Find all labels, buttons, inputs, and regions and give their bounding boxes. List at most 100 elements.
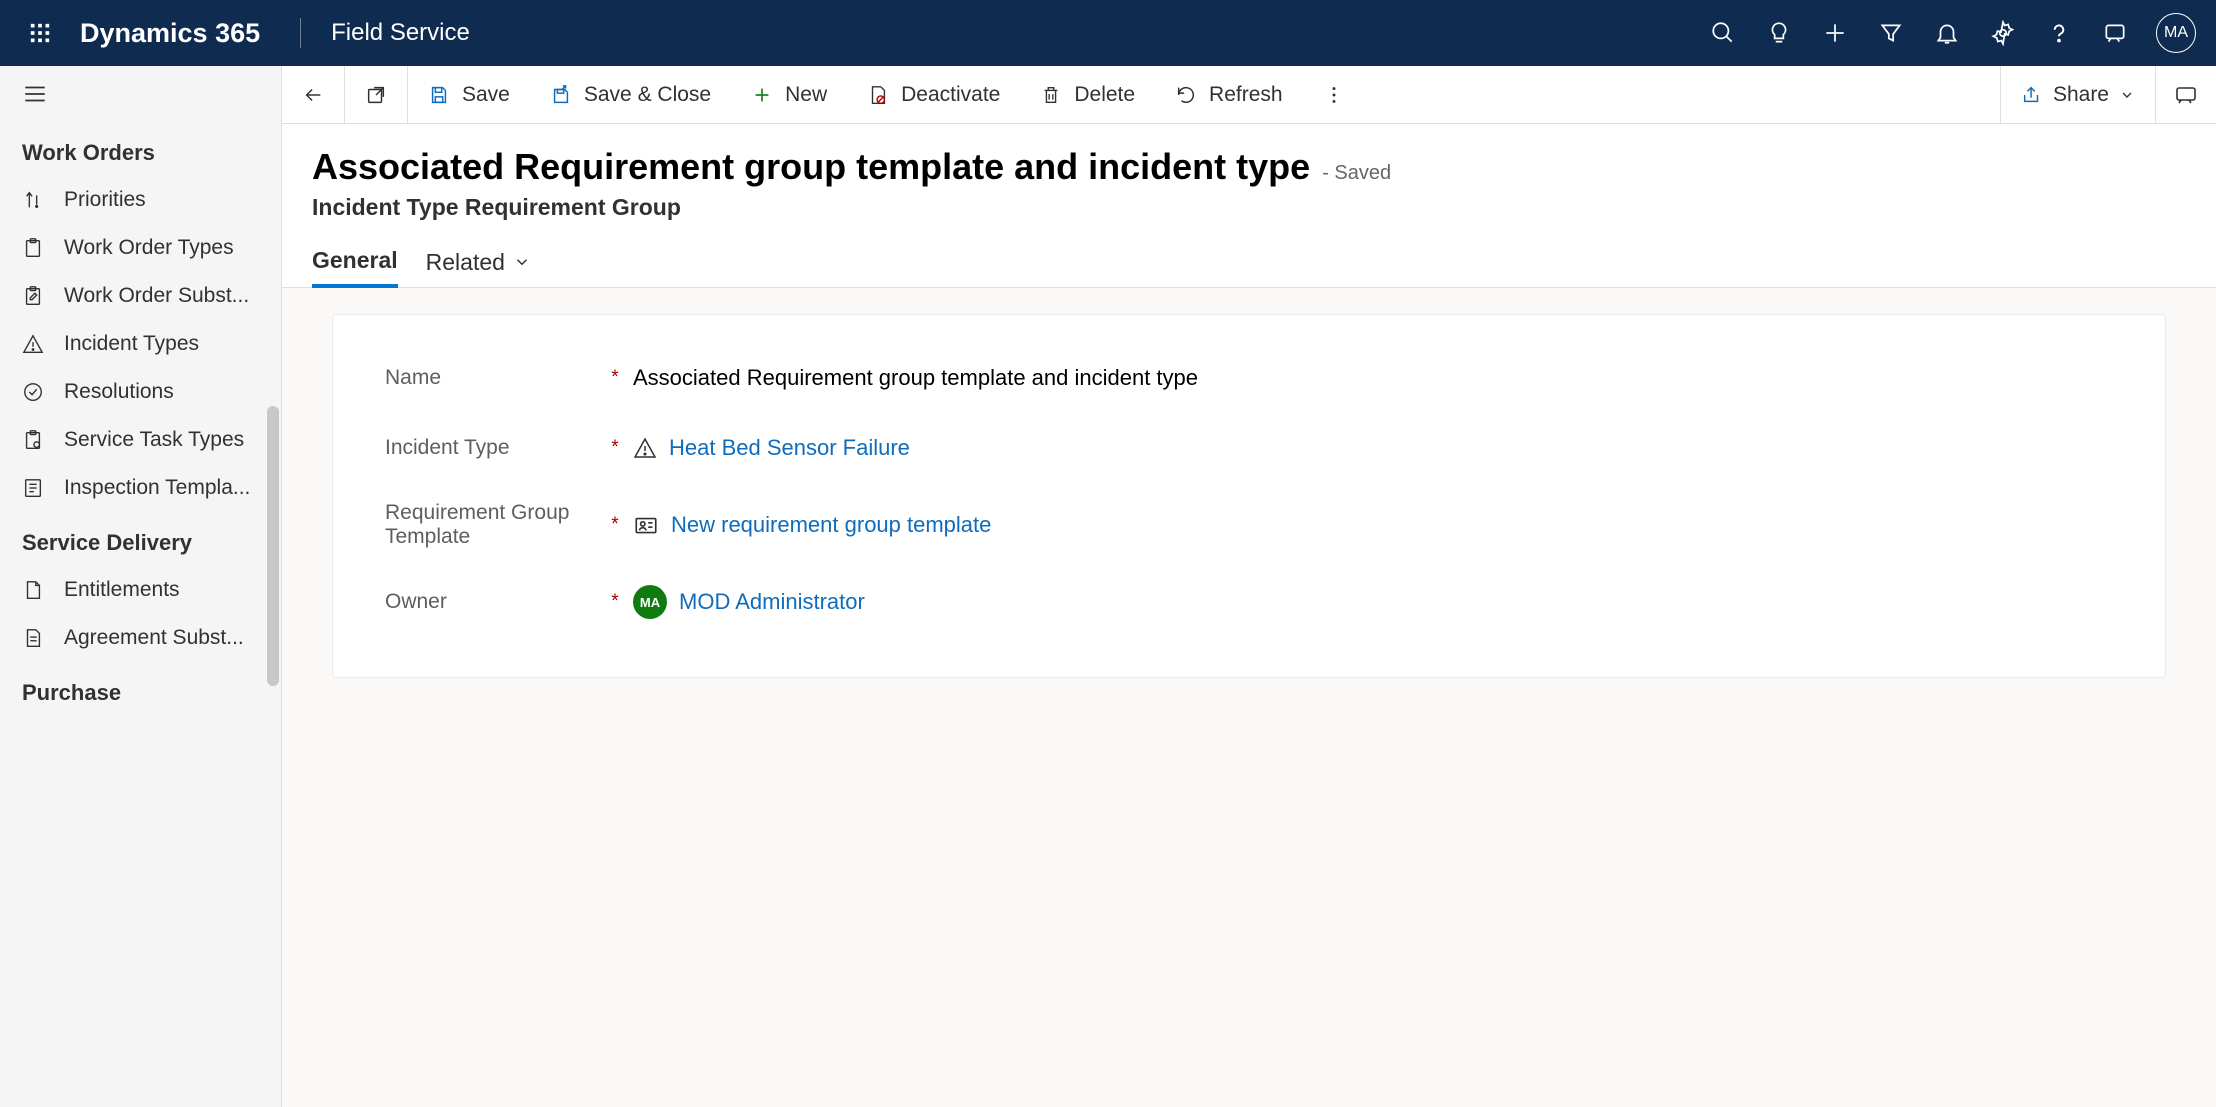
owner-avatar: MA <box>633 585 667 619</box>
field-req-group-template-value[interactable]: New requirement group template <box>671 512 991 538</box>
nav-label: Work Order Types <box>64 236 259 260</box>
nav-label: Work Order Subst... <box>64 284 259 308</box>
field-req-group-template-label: Requirement Group Template <box>385 501 605 549</box>
page-status: - Saved <box>1322 162 1391 185</box>
sidebar: Work Orders Priorities Work Order Types … <box>0 66 282 1107</box>
field-name-label: Name <box>385 366 605 390</box>
nav-label: Inspection Templa... <box>64 476 259 500</box>
nav-toggle-button[interactable] <box>0 66 281 122</box>
field-incident-type-label: Incident Type <box>385 436 605 460</box>
command-bar: Save Save & Close New Deactivate Delete … <box>282 66 2216 124</box>
tab-related-label: Related <box>426 249 505 276</box>
list-icon <box>22 477 44 499</box>
required-indicator: * <box>605 367 625 389</box>
refresh-label: Refresh <box>1209 83 1283 107</box>
nav-group-work-orders: Work Orders <box>0 122 281 176</box>
field-incident-type-value[interactable]: Heat Bed Sensor Failure <box>669 435 910 461</box>
user-avatar[interactable]: MA <box>2156 13 2196 53</box>
nav-group-purchase: Purchase <box>0 662 281 716</box>
field-incident-type[interactable]: Incident Type * Heat Bed Sensor Failure <box>385 413 2113 483</box>
form-header: Associated Requirement group template an… <box>282 124 2216 221</box>
delete-button[interactable]: Delete <box>1020 66 1155 123</box>
field-name-value: Associated Requirement group template an… <box>633 365 1198 391</box>
form-card: Name * Associated Requirement group temp… <box>332 314 2166 678</box>
save-label: Save <box>462 83 510 107</box>
share-button[interactable]: Share <box>2000 66 2156 123</box>
help-button[interactable] <box>2034 8 2084 58</box>
sidebar-item-resolutions[interactable]: Resolutions <box>0 368 281 416</box>
nav-label: Service Task Types <box>64 428 259 452</box>
nav-label: Agreement Subst... <box>64 626 259 650</box>
field-req-group-template[interactable]: Requirement Group Template * New require… <box>385 483 2113 567</box>
page-subtitle: Incident Type Requirement Group <box>312 194 2186 221</box>
more-commands-button[interactable] <box>1303 66 1365 123</box>
nav-label: Incident Types <box>64 332 259 356</box>
back-button[interactable] <box>282 66 344 123</box>
sidebar-item-incident-types[interactable]: Incident Types <box>0 320 281 368</box>
task-icon <box>22 429 44 451</box>
sidebar-item-work-order-types[interactable]: Work Order Types <box>0 224 281 272</box>
settings-button[interactable] <box>1978 8 2028 58</box>
nav-group-service-delivery: Service Delivery <box>0 512 281 566</box>
deactivate-label: Deactivate <box>901 83 1000 107</box>
nav-label: Entitlements <box>64 578 259 602</box>
warning-icon <box>633 436 657 460</box>
field-name[interactable]: Name * Associated Requirement group temp… <box>385 343 2113 413</box>
notifications-button[interactable] <box>1922 8 1972 58</box>
divider <box>300 18 301 48</box>
sidebar-item-priorities[interactable]: Priorities <box>0 176 281 224</box>
required-indicator: * <box>605 437 625 459</box>
open-new-window-button[interactable] <box>345 66 407 123</box>
field-owner-value[interactable]: MOD Administrator <box>679 589 865 615</box>
user-initials: MA <box>2164 24 2188 42</box>
add-button[interactable] <box>1810 8 1860 58</box>
app-launcher-button[interactable] <box>20 13 60 53</box>
sidebar-scrollbar[interactable] <box>267 406 279 686</box>
nav-label: Priorities <box>64 188 259 212</box>
clipboard-edit-icon <box>22 285 44 307</box>
document-lines-icon <box>22 627 44 649</box>
tab-general-label: General <box>312 247 398 274</box>
brand-label[interactable]: Dynamics 365 <box>80 18 260 49</box>
nav-label: Resolutions <box>64 380 259 404</box>
chevron-down-icon <box>513 253 531 271</box>
sidebar-item-work-order-subst[interactable]: Work Order Subst... <box>0 272 281 320</box>
warning-icon <box>22 333 44 355</box>
top-nav: Dynamics 365 Field Service MA <box>0 0 2216 66</box>
required-indicator: * <box>605 591 625 613</box>
form-tabs: General Related <box>282 221 2216 288</box>
save-close-button[interactable]: Save & Close <box>530 66 731 123</box>
main-content: Save Save & Close New Deactivate Delete … <box>282 66 2216 1107</box>
id-card-icon <box>633 512 659 538</box>
new-label: New <box>785 83 827 107</box>
insights-button[interactable] <box>1754 8 1804 58</box>
check-circle-icon <box>22 381 44 403</box>
field-owner-label: Owner <box>385 590 605 614</box>
filter-button[interactable] <box>1866 8 1916 58</box>
owner-initials: MA <box>640 595 660 610</box>
search-button[interactable] <box>1698 8 1748 58</box>
document-icon <box>22 579 44 601</box>
tab-related[interactable]: Related <box>426 237 531 287</box>
new-button[interactable]: New <box>731 66 847 123</box>
save-button[interactable]: Save <box>408 66 530 123</box>
deactivate-button[interactable]: Deactivate <box>847 66 1020 123</box>
delete-label: Delete <box>1074 83 1135 107</box>
assistant-pane-button[interactable] <box>2156 66 2216 123</box>
share-label: Share <box>2053 83 2109 107</box>
sidebar-item-entitlements[interactable]: Entitlements <box>0 566 281 614</box>
clipboard-icon <box>22 237 44 259</box>
page-title: Associated Requirement group template an… <box>312 146 1310 188</box>
priority-icon <box>22 189 44 211</box>
app-name-label[interactable]: Field Service <box>331 19 470 47</box>
sidebar-item-service-task-types[interactable]: Service Task Types <box>0 416 281 464</box>
refresh-button[interactable]: Refresh <box>1155 66 1303 123</box>
sidebar-item-inspection-templates[interactable]: Inspection Templa... <box>0 464 281 512</box>
save-close-label: Save & Close <box>584 83 711 107</box>
tab-general[interactable]: General <box>312 237 398 288</box>
field-owner[interactable]: Owner * MA MOD Administrator <box>385 567 2113 637</box>
sidebar-item-agreement-subst[interactable]: Agreement Subst... <box>0 614 281 662</box>
assistant-button[interactable] <box>2090 8 2140 58</box>
form-area: Name * Associated Requirement group temp… <box>282 288 2216 1107</box>
required-indicator: * <box>605 514 625 536</box>
